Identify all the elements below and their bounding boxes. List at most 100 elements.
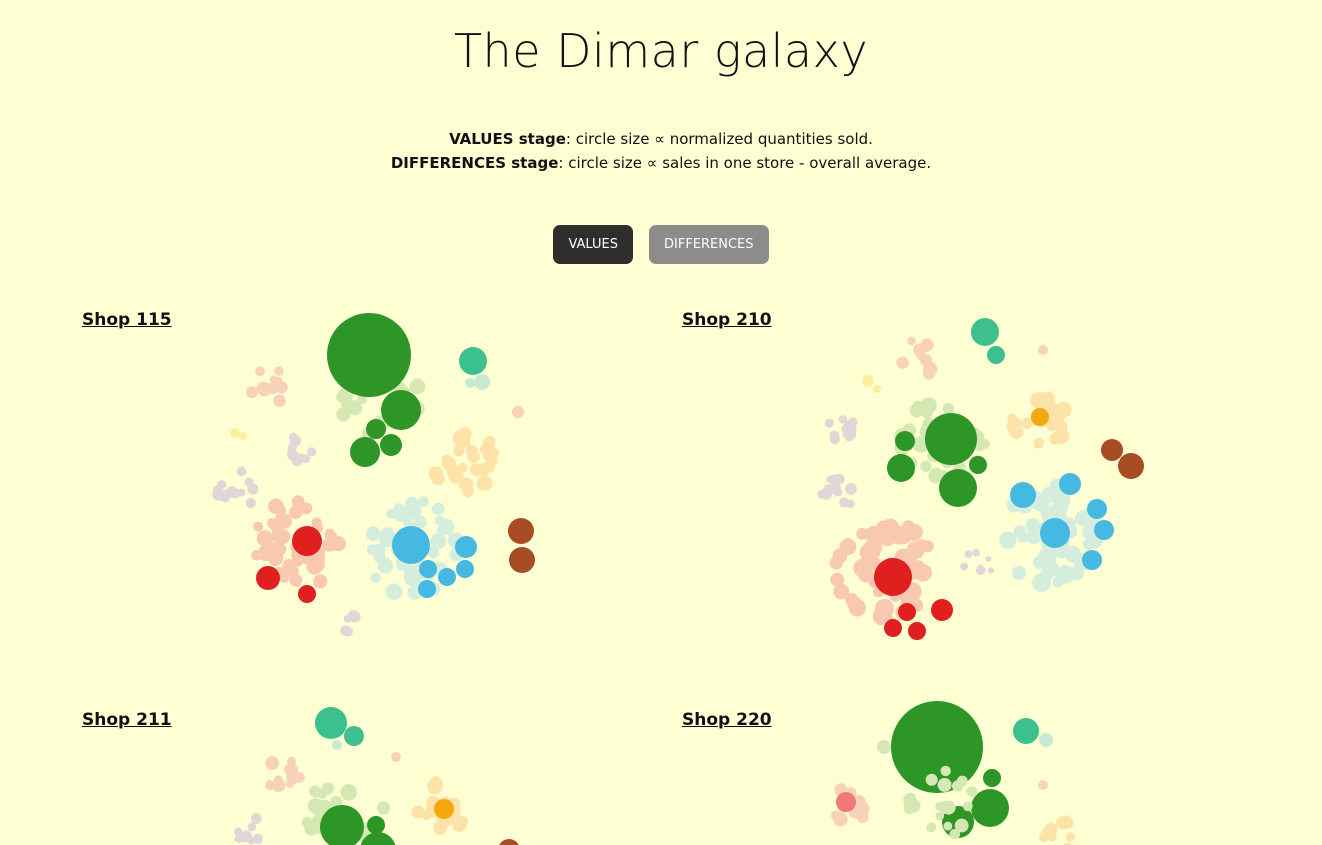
- small-circle: [385, 583, 403, 601]
- galaxy-circle: [474, 374, 490, 390]
- small-circle: [482, 461, 495, 474]
- galaxy-circle: [908, 622, 926, 640]
- galaxy-circle: [438, 568, 456, 586]
- galaxy-circle: [895, 431, 915, 451]
- galaxy-circle: [969, 456, 987, 474]
- galaxy-circle: [1101, 439, 1123, 461]
- galaxy-circle: [987, 346, 1005, 364]
- small-circle: [1011, 565, 1027, 580]
- big-circle: [381, 390, 421, 430]
- small-circle: [1069, 565, 1084, 581]
- small-circle: [291, 554, 304, 567]
- small-circle: [879, 530, 896, 547]
- galaxy-circle: [256, 566, 280, 590]
- small-circle: [824, 418, 834, 428]
- galaxy-circle: [367, 816, 385, 834]
- small-circle: [940, 765, 951, 777]
- galaxy-circle: [508, 518, 534, 544]
- small-circle: [452, 429, 470, 447]
- small-circle: [845, 482, 857, 495]
- small-circle: [828, 474, 840, 486]
- small-circle: [301, 454, 311, 464]
- small-circle: [1032, 573, 1051, 593]
- small-circle: [431, 502, 445, 516]
- galaxy-circle: [344, 726, 364, 746]
- galaxy-circle: [836, 792, 856, 812]
- small-circle: [830, 572, 845, 587]
- small-circle: [463, 478, 474, 489]
- galaxy-circle: [459, 347, 487, 375]
- galaxy-circle: [1010, 482, 1036, 508]
- small-circle: [418, 496, 429, 507]
- galaxy-circle: [465, 378, 475, 388]
- galaxy-circle: [1039, 733, 1053, 747]
- small-circle: [467, 450, 480, 464]
- small-circle: [250, 812, 262, 825]
- galaxy-circle: [971, 318, 999, 346]
- small-circle: [1056, 815, 1070, 830]
- galaxy-circle: [230, 428, 240, 438]
- galaxy-circle: [366, 419, 386, 439]
- small-circle: [964, 550, 973, 558]
- small-circle: [1025, 518, 1041, 534]
- galaxy-circle: [512, 406, 524, 418]
- small-circle: [287, 449, 299, 461]
- small-circle: [926, 822, 937, 833]
- galaxy-circle: [419, 560, 437, 578]
- small-circle: [247, 483, 259, 495]
- small-circle: [236, 466, 247, 477]
- small-circle: [311, 556, 322, 568]
- small-circle: [255, 366, 265, 377]
- small-circle: [960, 562, 969, 571]
- small-circle: [225, 486, 238, 498]
- small-circle: [266, 382, 279, 395]
- small-circle: [962, 801, 973, 812]
- small-circle: [916, 436, 927, 447]
- small-circle: [972, 548, 980, 557]
- galaxy-circle: [887, 454, 915, 482]
- small-circle: [829, 483, 842, 495]
- galaxy-circle: [873, 385, 881, 393]
- galaxy-circle: [874, 558, 912, 596]
- small-circle: [251, 550, 262, 561]
- galaxy-circle: [1094, 520, 1114, 540]
- galaxy-circle: [455, 536, 477, 558]
- small-circle: [313, 574, 328, 589]
- small-circle: [483, 435, 496, 449]
- galaxy-circle: [1118, 453, 1144, 479]
- small-circle: [476, 475, 493, 492]
- small-circle: [943, 821, 953, 831]
- small-circle: [909, 403, 924, 418]
- small-circle: [340, 784, 358, 801]
- galaxy-circle: [983, 769, 1001, 787]
- galaxy-circle: [380, 434, 402, 456]
- small-circle: [324, 528, 336, 540]
- small-circle: [922, 367, 936, 380]
- galaxy-circle: [884, 619, 902, 637]
- small-circle: [833, 812, 848, 827]
- small-circle: [1033, 437, 1045, 449]
- small-circle: [1032, 555, 1047, 570]
- small-circle: [1048, 488, 1061, 501]
- small-circle: [1041, 831, 1051, 841]
- small-circle: [347, 610, 359, 621]
- small-circle: [966, 785, 978, 797]
- small-circle: [919, 354, 933, 367]
- galaxy-circle: [898, 603, 916, 621]
- galaxy-circle: [971, 789, 1009, 827]
- small-circle: [935, 811, 945, 821]
- small-circle: [391, 509, 403, 520]
- small-circle: [448, 468, 464, 484]
- small-circle: [274, 366, 284, 376]
- galaxy-circle: [332, 740, 342, 750]
- small-circle: [271, 529, 286, 544]
- small-circle: [856, 811, 869, 824]
- small-circle: [1037, 392, 1049, 404]
- small-circle: [436, 524, 449, 537]
- small-circle: [340, 625, 351, 636]
- galaxy-circle: [499, 839, 519, 845]
- small-circle: [935, 801, 945, 812]
- small-circle: [865, 525, 883, 543]
- small-circle: [920, 338, 934, 352]
- small-circle: [844, 422, 853, 431]
